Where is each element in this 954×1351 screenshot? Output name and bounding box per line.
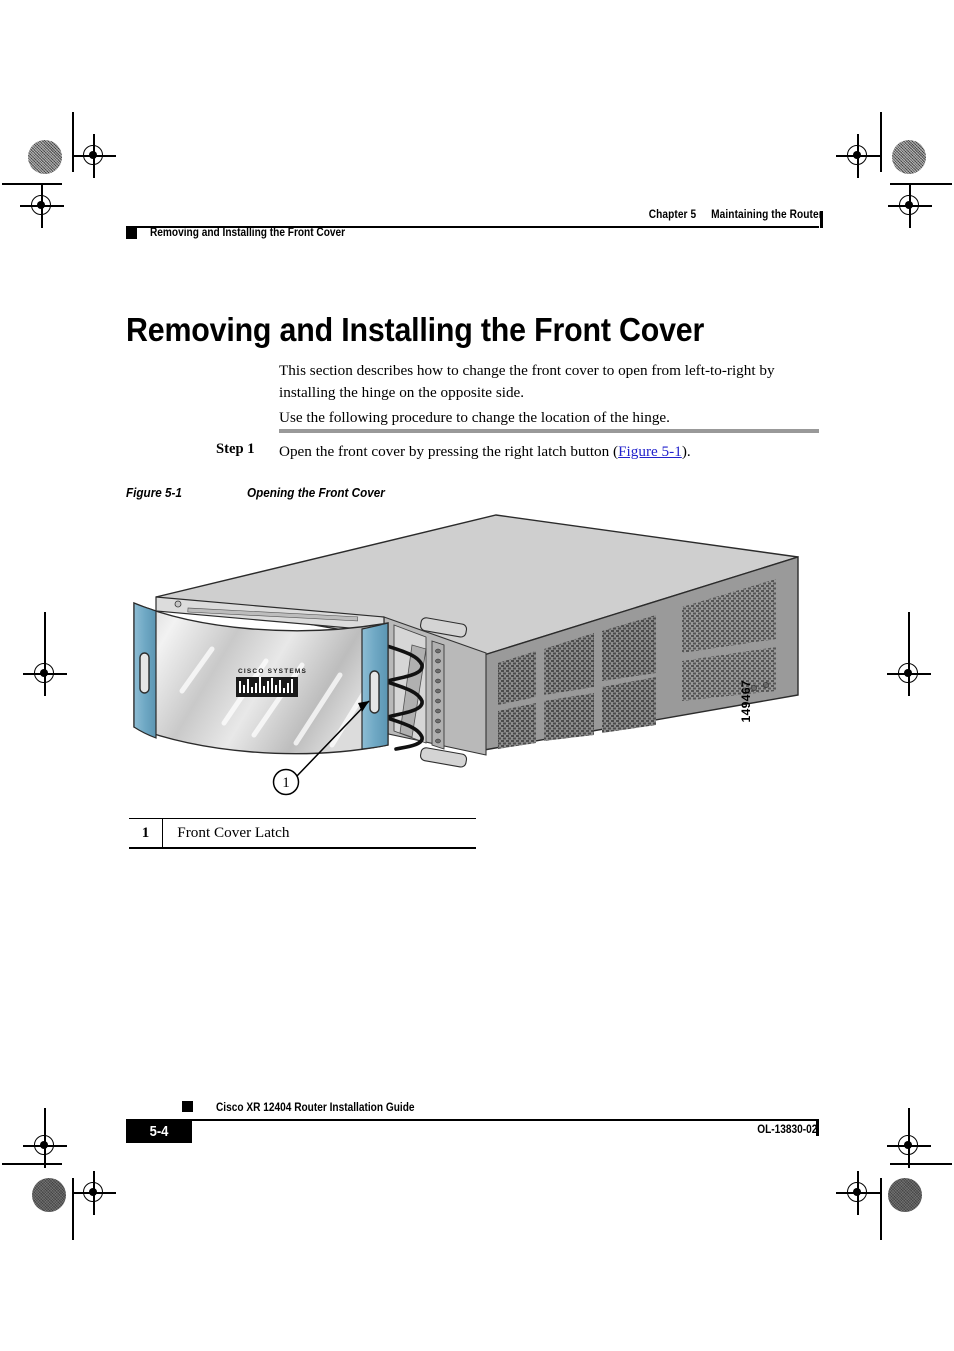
header-chapter: Chapter 5 Maintaining the Router (649, 209, 823, 221)
intro-paragraph: This section describes how to change the… (279, 362, 775, 401)
procedure-lead-paragraph: Use the following procedure to change th… (279, 409, 670, 427)
legend-callout-label: Front Cover Latch (177, 824, 290, 842)
cisco-systems-logo-icon: CISCO SYSTEMS (236, 668, 307, 697)
footer-document-number: OL-13830-02 (756, 1124, 817, 1136)
figure-illustration: CISCO SYSTEMS 1 (126, 505, 826, 805)
figure-number: Figure 5-1 (126, 485, 182, 500)
cover-right-endcap-latch[interactable] (361, 622, 389, 750)
figure-art-id: 149467 (739, 680, 753, 723)
header-edge-tab (820, 211, 824, 228)
svg-text:CISCO SYSTEMS: CISCO SYSTEMS (238, 668, 307, 675)
front-rail-screw-icon (174, 600, 182, 608)
step-divider-rule (279, 429, 819, 433)
legend-callout-number: 1 (141, 824, 150, 841)
footer-guide-title: Cisco XR 12404 Router Installation Guide (216, 1102, 415, 1114)
legend-rule-bottom (129, 847, 476, 849)
figure-callout-legend: 1 Front Cover Latch (129, 818, 476, 849)
footer-page-number: 5-4 (149, 1124, 169, 1140)
callout-1-number: 1 (282, 775, 290, 791)
router-chassis-illustration: CISCO SYSTEMS 1 (133, 514, 799, 796)
figure-cross-reference-link[interactable]: Figure 5-1 (618, 443, 682, 460)
document-page: Chapter 5 Maintaining the Router Removing… (0, 0, 954, 1351)
footer-square-marker-icon (182, 1101, 193, 1112)
front-cover-latch-handle[interactable] (369, 670, 380, 714)
step-text: Open the front cover by pressing the rig… (279, 441, 824, 463)
cover-left-endcap (133, 602, 157, 739)
header-running-section: Removing and Installing the Front Cover (150, 227, 346, 239)
step-text-before: Open the front cover by pressing the rig… (279, 443, 619, 460)
step-text-after: ). (681, 443, 691, 460)
legend-row: 1 Front Cover Latch (129, 819, 476, 848)
header-chapter-number: Chapter 5 (648, 209, 697, 221)
page-title: Removing and Installing the Front Cover (126, 311, 705, 349)
header-square-marker-icon (126, 228, 137, 239)
figure-title: Opening the Front Cover (247, 485, 385, 500)
step-label: Step 1 (216, 441, 255, 457)
footer-rule (182, 1119, 819, 1121)
header-chapter-title: Maintaining the Router (711, 209, 823, 221)
cover-left-handle[interactable] (139, 652, 150, 694)
